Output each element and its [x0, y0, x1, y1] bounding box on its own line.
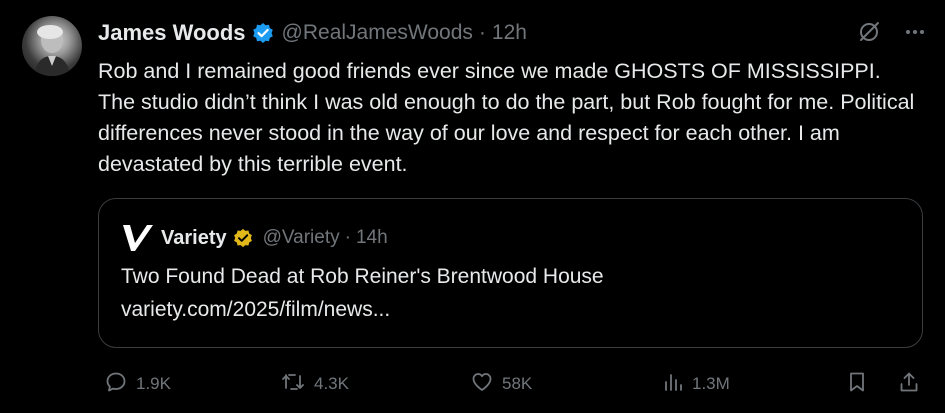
share-icon	[898, 370, 920, 399]
more-icon[interactable]	[903, 20, 927, 44]
verified-badge-icon	[252, 22, 274, 44]
avatar[interactable]	[22, 16, 82, 76]
reply-icon	[104, 370, 128, 399]
quoted-post-time[interactable]: 14h	[356, 227, 388, 249]
verified-badge-icon	[233, 228, 253, 248]
quoted-author-handle[interactable]: @Variety	[263, 227, 340, 249]
repost-icon	[280, 370, 306, 399]
quoted-header: Variety @Variety · 14h	[121, 223, 388, 253]
share-button[interactable]	[898, 368, 920, 400]
like-count: 58K	[502, 374, 533, 393]
reply-count: 1.9K	[136, 374, 171, 393]
like-icon	[470, 370, 494, 399]
separator-dot: ·	[344, 227, 351, 248]
views-icon	[662, 370, 684, 399]
reply-button[interactable]: 1.9K	[104, 368, 171, 400]
bookmark-icon	[846, 370, 868, 399]
top-actions	[857, 20, 927, 44]
bookmark-button[interactable]	[846, 368, 868, 400]
tweet-text: Rob and I remained good friends ever sin…	[98, 59, 915, 176]
repost-button[interactable]: 4.3K	[280, 368, 349, 400]
post-time[interactable]: 12h	[492, 21, 527, 45]
repost-count: 4.3K	[314, 374, 349, 393]
variety-logo-icon	[121, 223, 155, 253]
grok-icon[interactable]	[857, 20, 881, 44]
author-name[interactable]: James Woods	[98, 20, 246, 46]
quoted-author-name[interactable]: Variety	[161, 227, 227, 250]
tweet-header: James Woods @RealJamesWoods · 12h	[98, 18, 527, 48]
tweet[interactable]: James Woods @RealJamesWoods · 12h Rob an	[0, 0, 945, 413]
quoted-link[interactable]: variety.com/2025/film/news...	[121, 298, 390, 322]
views-button[interactable]: 1.3M	[662, 368, 730, 400]
separator-dot: ·	[478, 21, 486, 44]
author-handle[interactable]: @RealJamesWoods	[282, 21, 473, 45]
action-bar: 1.9K 4.3K 58K 1.3M	[98, 368, 928, 400]
quoted-tweet[interactable]: Variety @Variety · 14h Two Found Dead at…	[98, 198, 923, 348]
like-button[interactable]: 58K	[470, 368, 532, 400]
quoted-text: Two Found Dead at Rob Reiner's Brentwood…	[121, 265, 604, 288]
views-count: 1.3M	[692, 374, 730, 393]
